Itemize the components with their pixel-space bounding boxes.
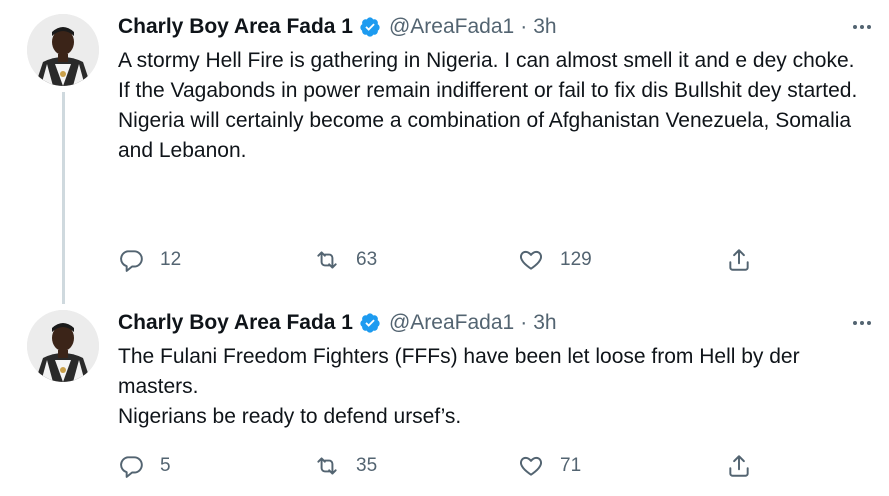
tweet-header: Charly Boy Area Fada 1 @AreaFada1 · 3h	[118, 309, 557, 337]
tweet-header: Charly Boy Area Fada 1 @AreaFada1 · 3h	[118, 13, 557, 41]
tweet-actions: 5 35 71	[118, 450, 758, 482]
avatar[interactable]	[27, 14, 99, 86]
reply-count: 5	[160, 455, 171, 476]
avatar-image	[27, 14, 99, 86]
share-icon	[729, 249, 749, 271]
heart-icon	[520, 250, 542, 270]
reply-icon	[120, 250, 143, 272]
separator-dot: ·	[520, 15, 528, 38]
like-button[interactable]: 71	[518, 450, 581, 482]
more-horizontal-icon[interactable]	[849, 14, 875, 40]
retweet-icon	[317, 251, 337, 269]
tweet-text-line: The Fulani Freedom Fighters (FFFs) have …	[118, 345, 800, 398]
retweet-icon	[317, 457, 337, 475]
share-icon	[729, 455, 749, 477]
avatar[interactable]	[27, 310, 99, 382]
verified-badge-icon	[359, 16, 381, 38]
tweet-text-line: Nigerians be ready to defend ursef’s.	[118, 405, 462, 428]
retweet-count: 35	[356, 455, 378, 476]
reply-icon	[120, 456, 143, 478]
like-count: 71	[560, 455, 582, 476]
tweet[interactable]: Charly Boy Area Fada 1 @AreaFada1 · 3h A…	[0, 0, 889, 296]
retweet-count: 63	[356, 249, 378, 270]
timestamp[interactable]: 3h	[533, 311, 556, 335]
reply-count: 12	[160, 249, 182, 270]
tweet-text: A stormy Hell Fire is gathering in Niger…	[118, 46, 863, 166]
share-button[interactable]	[726, 450, 752, 482]
retweet-button[interactable]: 63	[314, 244, 377, 276]
retweet-button[interactable]: 35	[314, 450, 377, 482]
timestamp[interactable]: 3h	[533, 15, 556, 39]
tweet-actions: 12 63 129	[118, 244, 758, 276]
tweet-text-line: A stormy Hell Fire is gathering in Niger…	[118, 49, 855, 72]
author-name[interactable]: Charly Boy Area Fada 1	[118, 311, 353, 335]
heart-icon	[520, 456, 542, 476]
avatar-image	[27, 310, 99, 382]
reply-button[interactable]: 5	[118, 450, 171, 482]
author-name[interactable]: Charly Boy Area Fada 1	[118, 15, 353, 39]
tweet-text: The Fulani Freedom Fighters (FFFs) have …	[118, 342, 863, 432]
author-handle[interactable]: @AreaFada1	[389, 311, 514, 335]
tweet-text-line: If the Vagabonds in power remain indiffe…	[118, 79, 858, 102]
share-button[interactable]	[726, 244, 752, 276]
like-count: 129	[560, 249, 592, 270]
author-handle[interactable]: @AreaFada1	[389, 15, 514, 39]
verified-badge-icon	[359, 312, 381, 334]
like-button[interactable]: 129	[518, 244, 592, 276]
reply-button[interactable]: 12	[118, 244, 181, 276]
separator-dot: ·	[520, 311, 528, 334]
more-horizontal-icon[interactable]	[849, 310, 875, 336]
tweet-text-line: Nigeria will certainly become a combinat…	[118, 109, 852, 162]
